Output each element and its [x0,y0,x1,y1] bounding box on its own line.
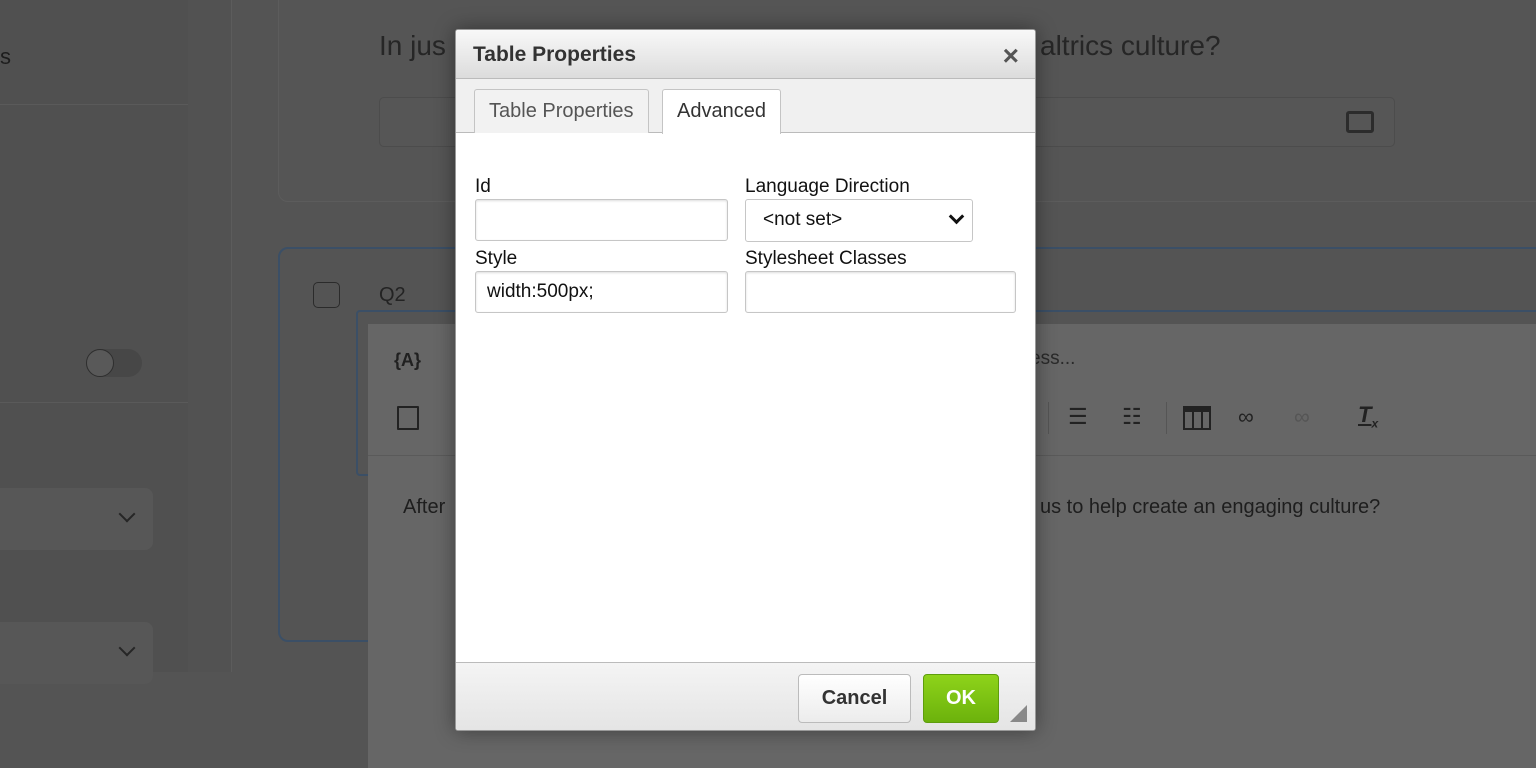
dialog-tabs: Table Properties Advanced [456,79,1035,134]
id-label: Id [475,176,491,197]
chevron-down-icon [948,208,965,225]
table-properties-dialog: Table Properties × Table Properties Adva… [455,29,1036,731]
divider [0,402,188,403]
editor-text: After [403,496,446,518]
dialog-footer: Cancel OK [456,662,1035,730]
table-icon[interactable] [1183,406,1211,430]
toolbar-separator [1166,402,1167,434]
language-direction-select[interactable]: <not set> [745,199,973,242]
sidebar-label: s [0,44,11,69]
question-checkbox[interactable] [313,282,340,308]
link-icon[interactable]: ∞ [1238,404,1254,430]
question1-text: In jus [379,30,446,61]
stylesheet-classes-input[interactable] [745,271,1016,313]
close-icon[interactable]: × [1003,40,1019,72]
tab-table-properties[interactable]: Table Properties [474,89,649,133]
divider [0,104,188,105]
dialog-header[interactable]: Table Properties × [456,30,1035,79]
sidebar-column [188,0,232,672]
toolbar-separator [1048,402,1049,434]
editor-text-end: us to help create an engaging culture? [1040,496,1381,518]
bulleted-list-icon[interactable]: ☷ [1122,404,1142,430]
tab-advanced[interactable]: Advanced [662,89,781,134]
editor-placeholder: ess... [1030,348,1076,369]
sidebar [0,0,188,672]
resize-handle-icon[interactable] [1010,705,1027,722]
language-direction-value: <not set> [763,209,843,230]
sidebar-dropdown[interactable] [0,488,153,550]
sidebar-dropdown[interactable] [0,622,153,684]
new-page-icon[interactable] [397,406,419,430]
ok-button[interactable]: OK [923,674,999,723]
id-input[interactable] [475,199,728,241]
toggle-switch[interactable] [86,349,142,377]
chevron-down-icon [118,505,136,523]
style-input[interactable]: width:500px; [475,271,728,313]
question-number: Q2 [379,284,406,306]
style-label: Style [475,248,518,269]
chevron-down-icon [118,639,136,657]
question1-text-end: altrics culture? [1040,30,1221,61]
numbered-list-icon[interactable]: ☰ [1068,404,1088,430]
remove-format-icon[interactable]: Tx [1358,402,1378,430]
stylesheet-classes-label: Stylesheet Classes [745,248,907,269]
piped-text-icon[interactable]: {A} [394,350,421,371]
language-direction-label: Language Direction [745,176,910,197]
dialog-title: Table Properties [473,43,636,66]
cancel-button[interactable]: Cancel [798,674,911,723]
unlink-icon: ∞ [1294,404,1310,429]
contact-card-icon [1346,111,1374,133]
